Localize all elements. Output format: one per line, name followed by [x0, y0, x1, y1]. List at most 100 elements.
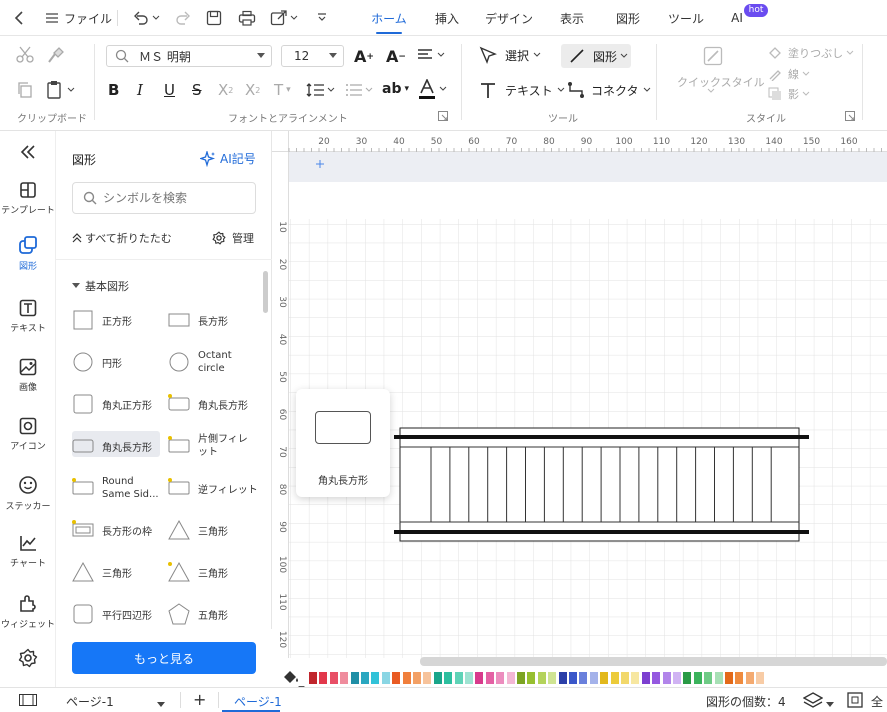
text-tool[interactable]: テキスト — [479, 81, 565, 99]
symbol-search-input[interactable] — [103, 191, 243, 205]
more-button[interactable]: もっと見る — [72, 642, 256, 674]
color-swatch[interactable] — [537, 672, 546, 684]
page-panel-icon[interactable] — [19, 694, 37, 709]
color-swatch[interactable] — [704, 672, 713, 684]
color-swatch[interactable] — [631, 672, 640, 684]
color-swatch[interactable] — [714, 672, 723, 684]
color-swatch[interactable] — [361, 672, 369, 684]
shape-rounded-square[interactable]: 角丸正方形 — [72, 388, 152, 420]
collapse-all-button[interactable]: すべて折りたたむ — [72, 230, 172, 246]
shape-parallelogram[interactable]: 平行四辺形 — [72, 598, 152, 630]
layers-icon[interactable] — [802, 692, 824, 711]
color-swatch[interactable] — [621, 672, 629, 684]
color-swatch[interactable] — [485, 672, 494, 684]
page-dropdown-icon[interactable] — [157, 697, 165, 711]
list-icon[interactable] — [346, 83, 373, 97]
color-swatch[interactable] — [673, 672, 681, 684]
shape-round-same-side[interactable]: Round Same Sid... — [72, 472, 160, 504]
color-swatch[interactable] — [454, 672, 463, 684]
color-swatch[interactable] — [319, 672, 328, 684]
paste-icon[interactable] — [46, 80, 75, 100]
symbol-search-field[interactable] — [72, 182, 256, 214]
color-swatch[interactable] — [569, 672, 577, 684]
nav-text[interactable]: テキスト — [0, 299, 56, 334]
subscript-icon[interactable]: X2 — [245, 81, 260, 99]
copy-icon[interactable] — [16, 81, 34, 99]
color-swatch[interactable] — [433, 672, 442, 684]
color-swatch[interactable] — [475, 672, 484, 684]
color-swatch[interactable] — [735, 672, 744, 684]
collapse-nav-icon[interactable] — [0, 145, 56, 163]
color-swatch[interactable] — [745, 672, 754, 684]
underline-icon[interactable]: U — [164, 81, 175, 99]
quick-style-dropdown-icon[interactable] — [707, 88, 715, 94]
shape-circle[interactable]: 円形 — [72, 346, 122, 378]
tab-insert[interactable]: 挿入 — [422, 0, 472, 36]
superscript-icon[interactable]: X2 — [218, 81, 233, 99]
format-painter-icon[interactable] — [46, 46, 64, 64]
shape-one-side-fillet[interactable]: 片側フィレット — [168, 430, 256, 462]
select-tool[interactable]: 選択 — [479, 46, 541, 64]
shape-octant-circle[interactable]: Octant circle — [168, 346, 248, 378]
fullscreen-label[interactable]: 全 — [871, 693, 883, 710]
color-swatch[interactable] — [662, 672, 671, 684]
manage-button[interactable]: 管理 — [212, 230, 254, 246]
color-swatch[interactable] — [641, 672, 650, 684]
ai-symbol-button[interactable]: AI記号 — [200, 150, 256, 167]
panel-scrollbar[interactable] — [263, 271, 268, 313]
tab-home[interactable]: ホーム — [362, 0, 416, 36]
nav-template[interactable]: テンプレート — [0, 181, 56, 216]
color-swatch[interactable] — [683, 672, 692, 684]
color-swatch[interactable] — [589, 672, 598, 684]
nav-widget[interactable]: ウィジェット — [0, 593, 56, 630]
nav-sticker[interactable]: ステッカー — [0, 475, 56, 512]
color-swatch[interactable] — [496, 672, 505, 684]
layers-dropdown-icon[interactable] — [826, 697, 834, 711]
color-swatch[interactable] — [413, 672, 421, 684]
color-swatch[interactable] — [610, 672, 619, 684]
shape-rectangle[interactable]: 長方形 — [168, 304, 228, 336]
add-page-icon[interactable]: + — [193, 690, 206, 709]
color-swatch[interactable] — [756, 672, 765, 684]
nav-icon[interactable]: アイコン — [0, 417, 56, 452]
tab-shape[interactable]: 図形 — [603, 0, 653, 36]
section-basic-shapes[interactable]: 基本図形 — [72, 278, 129, 294]
shape-square[interactable]: 正方形 — [72, 304, 132, 336]
color-swatch[interactable] — [652, 672, 661, 684]
color-swatch[interactable] — [309, 672, 317, 684]
undo-icon[interactable] — [133, 0, 160, 36]
font-family-select[interactable]: ＭＳ 明朝 — [106, 45, 272, 67]
italic-icon[interactable]: I — [137, 81, 143, 99]
fill-button[interactable]: 塗りつぶし — [768, 45, 854, 61]
color-swatch[interactable] — [340, 672, 349, 684]
page-tab[interactable]: ページ-1 — [234, 693, 282, 710]
text-case-icon[interactable]: T ▾ — [274, 81, 291, 99]
line-style-button[interactable]: 線 — [768, 66, 810, 82]
shape-frame[interactable]: 長方形の枠 — [72, 514, 152, 546]
color-swatch[interactable] — [600, 672, 609, 684]
railway-shape[interactable] — [394, 427, 809, 542]
color-swatch[interactable] — [548, 672, 557, 684]
shape-triangle[interactable]: 三角形 — [168, 514, 228, 546]
nav-image[interactable]: 画像 — [0, 358, 56, 393]
back-icon[interactable] — [14, 0, 24, 36]
color-swatch[interactable] — [444, 672, 453, 684]
tab-view[interactable]: 表示 — [546, 0, 598, 36]
style-dialog-launcher-icon[interactable] — [845, 111, 855, 121]
strikethrough-icon[interactable]: S — [192, 81, 202, 99]
settings-icon[interactable] — [0, 648, 56, 672]
tab-tools[interactable]: ツール — [660, 0, 712, 36]
decrease-font-icon[interactable]: A − — [386, 47, 406, 66]
font-dialog-launcher-icon[interactable] — [438, 111, 448, 121]
shape-pentagon[interactable]: 五角形 — [168, 598, 228, 630]
color-swatch[interactable] — [506, 672, 515, 684]
color-swatch[interactable] — [350, 672, 359, 684]
shadow-button[interactable]: 影 — [768, 86, 810, 102]
tab-design[interactable]: デザイン — [480, 0, 538, 36]
color-swatch[interactable] — [329, 672, 338, 684]
color-swatch[interactable] — [725, 672, 733, 684]
shape-rounded-rectangle[interactable]: 角丸長方形 — [168, 388, 248, 420]
text-highlight-icon[interactable]: ab ▾ — [382, 81, 409, 97]
color-swatch[interactable] — [558, 672, 567, 684]
font-size-select[interactable]: 12 — [281, 45, 344, 67]
